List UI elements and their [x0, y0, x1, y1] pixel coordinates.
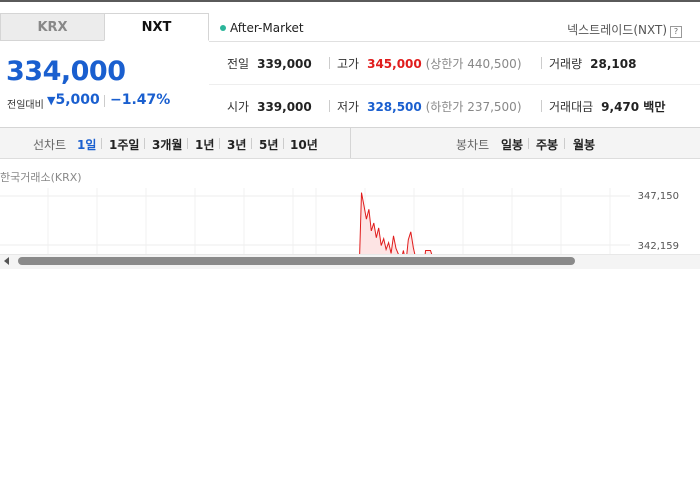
stat-value: 345,000: [367, 57, 422, 71]
stat-divider: [541, 100, 542, 112]
candle-chart-label: 봉차트: [456, 138, 490, 152]
period-1year[interactable]: 1년: [195, 136, 214, 153]
stat-value: 9,470 백만: [601, 100, 666, 114]
price-chart: 347,150 342,159: [0, 188, 679, 258]
stat-label: 저가: [337, 100, 360, 114]
period-divider: [144, 138, 145, 149]
stat-open: 시가 339,000: [227, 98, 312, 115]
stat-sub: (상한가 440,500): [425, 57, 522, 71]
stat-value: 28,108: [590, 57, 637, 71]
scroll-left-arrow-icon[interactable]: [4, 257, 9, 265]
stat-divider: [329, 100, 330, 112]
period-divider: [528, 138, 529, 149]
period-divider: [219, 138, 220, 149]
stat-label: 거래대금: [549, 100, 594, 114]
session-dot-icon: [220, 25, 226, 31]
stat-label: 전일: [227, 57, 250, 71]
stat-label: 거래량: [549, 57, 583, 71]
chart-grid: [0, 188, 630, 258]
change-divider: [104, 95, 105, 107]
exchange-info: 넥스트레이드(NXT)?: [567, 21, 682, 38]
candle-weekly[interactable]: 주봉: [536, 136, 558, 153]
tab-krx[interactable]: KRX: [0, 13, 105, 41]
stats-row-divider: [209, 84, 700, 85]
stat-value: 339,000: [257, 57, 312, 71]
change-amount: ▼5,000: [47, 92, 100, 108]
period-divider: [564, 138, 565, 149]
change-label: 전일대비: [7, 100, 44, 111]
chart-controls-divider: [350, 128, 351, 158]
period-divider: [251, 138, 252, 149]
change-percent: −1.47%: [110, 92, 171, 108]
stat-value: 328,500: [367, 100, 422, 114]
line-chart-label: 선차트: [33, 138, 67, 152]
period-10year[interactable]: 10년: [290, 136, 318, 153]
period-3month[interactable]: 3개월: [152, 136, 182, 153]
stat-divider: [541, 57, 542, 69]
y-tick-label: 347,150: [638, 191, 679, 202]
candle-monthly[interactable]: 월봉: [573, 136, 595, 153]
period-divider: [101, 138, 102, 149]
stat-high: 고가 345,000 (상한가 440,500): [337, 55, 522, 72]
tab-underline: [209, 41, 700, 42]
period-1day[interactable]: 1일: [77, 136, 96, 153]
period-divider: [187, 138, 188, 149]
help-icon[interactable]: ?: [670, 26, 682, 38]
change-amount-value: 5,000: [55, 92, 100, 108]
scroll-thumb[interactable]: [18, 257, 575, 265]
y-tick-label: 342,159: [638, 241, 679, 252]
period-divider: [283, 138, 284, 149]
stat-prev-close: 전일 339,000: [227, 55, 312, 72]
current-price: 334,000: [6, 56, 126, 87]
exchange-label: 넥스트레이드(NXT): [567, 23, 667, 37]
period-1week[interactable]: 1주일: [109, 136, 139, 153]
stat-volume: 거래량 28,108: [549, 55, 636, 72]
session-label: After-Market: [230, 21, 304, 35]
stat-label: 고가: [337, 57, 360, 71]
tab-nxt[interactable]: NXT: [104, 13, 209, 41]
candle-daily[interactable]: 일봉: [501, 136, 523, 153]
session-status: After-Market: [220, 21, 304, 35]
stat-value: 339,000: [257, 100, 312, 114]
top-border: [0, 0, 700, 2]
stat-sub: (하한가 237,500): [425, 100, 522, 114]
period-5year[interactable]: 5년: [259, 136, 278, 153]
chart-source: 한국거래소(KRX): [0, 171, 82, 184]
stat-divider: [329, 57, 330, 69]
stat-amount: 거래대금 9,470 백만: [549, 98, 665, 115]
market-tabs: KRX NXT: [0, 13, 209, 41]
period-3year[interactable]: 3년: [227, 136, 246, 153]
stat-label: 시가: [227, 100, 250, 114]
stat-low: 저가 328,500 (하한가 237,500): [337, 98, 522, 115]
